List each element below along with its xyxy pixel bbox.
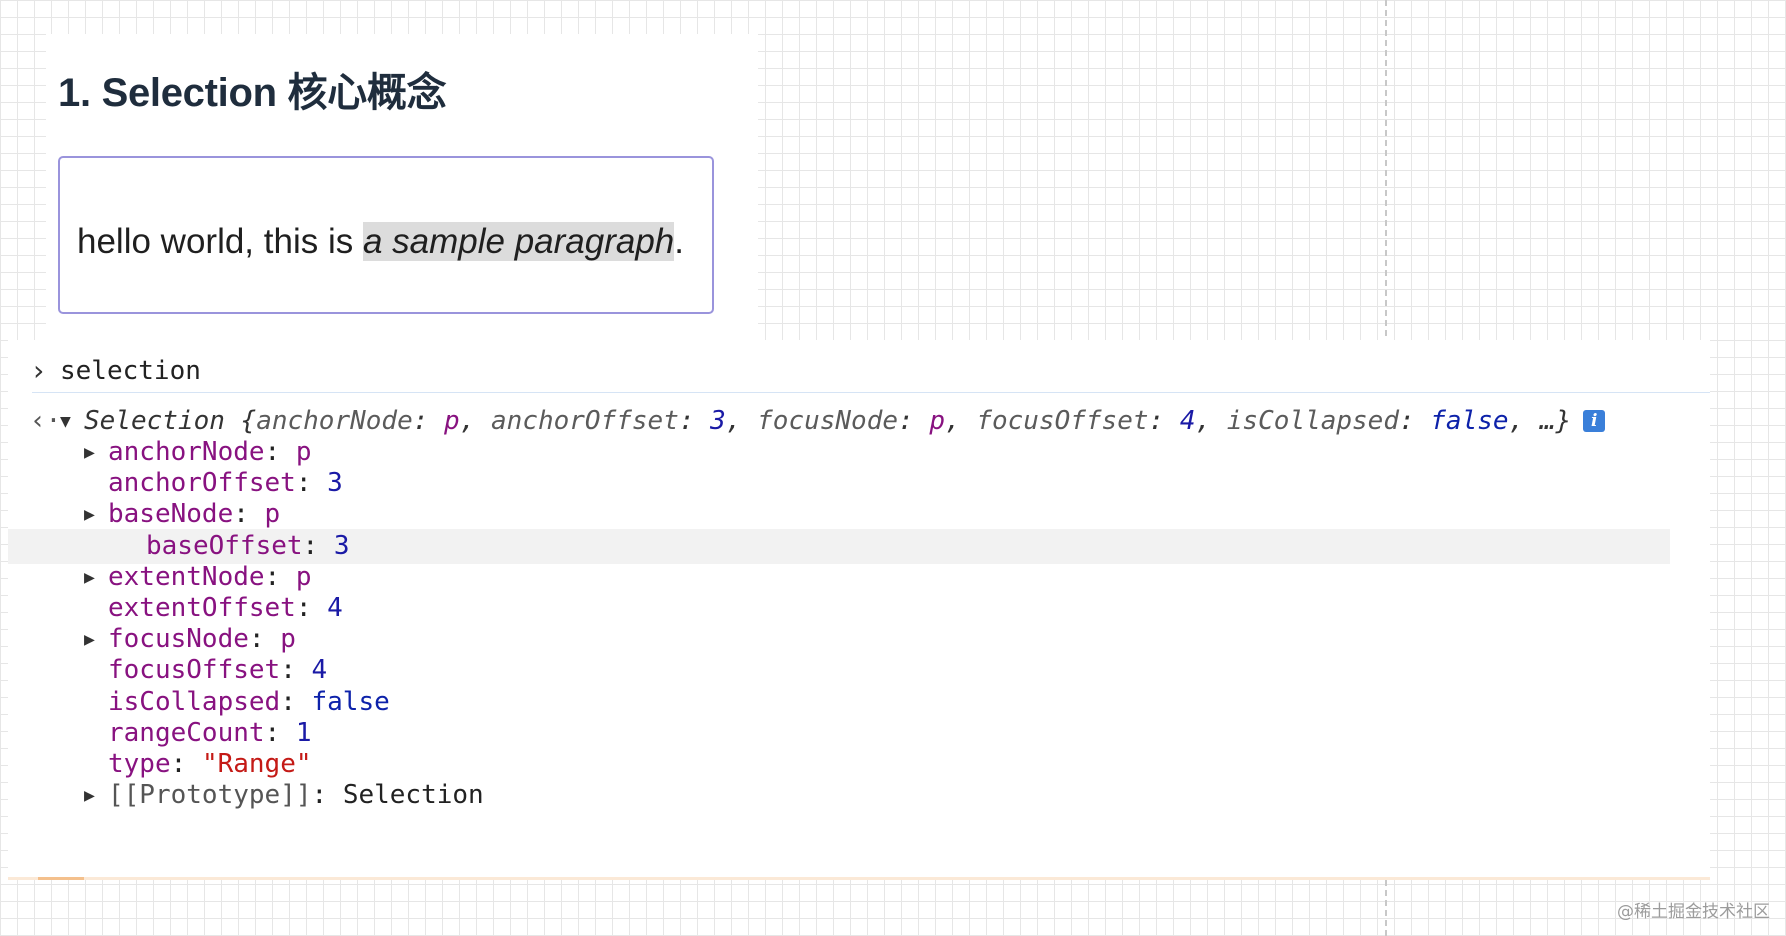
property-value: Selection bbox=[342, 780, 484, 811]
property-row[interactable]: ▶ extentNode: p bbox=[84, 560, 312, 595]
property-value: 4 bbox=[311, 655, 328, 686]
property-row: extentOffset: 4 bbox=[108, 593, 343, 623]
triangle-right-icon[interactable]: ▶ bbox=[84, 560, 108, 595]
property-row[interactable]: ▶ focusNode: p bbox=[84, 622, 296, 657]
property-row[interactable]: ▶ anchorNode: p bbox=[84, 435, 312, 470]
property-row[interactable]: ▶ [[Prototype]]: Selection bbox=[84, 778, 484, 813]
property-row: focusOffset: 4 bbox=[108, 655, 328, 686]
property-row: type: "Range" bbox=[108, 749, 312, 779]
console-input-text: selection bbox=[60, 356, 201, 386]
triangle-right-icon[interactable]: ▶ bbox=[84, 778, 108, 813]
property-key: baseOffset bbox=[146, 530, 303, 561]
selection-summary-row[interactable]: ▼ Selection {anchorNode: p, anchorOffset:… bbox=[60, 404, 1606, 439]
triangle-right-icon[interactable]: ▶ bbox=[84, 622, 108, 657]
paragraph-text-before: hello world, this is bbox=[77, 222, 363, 261]
paragraph-text-after: . bbox=[674, 222, 684, 261]
chevron-right-icon: › bbox=[30, 354, 47, 387]
property-key: baseNode bbox=[108, 499, 234, 530]
content-editable-box[interactable]: hello world, this is a sample paragraph. bbox=[58, 156, 714, 314]
text-selection[interactable]: a sample paragraph bbox=[362, 222, 675, 261]
property-key: [[Prototype]] bbox=[108, 780, 312, 811]
property-value: p bbox=[295, 437, 312, 467]
back-arrow-icon: ‹· bbox=[30, 406, 62, 436]
devtools-console: › selection ‹· ▼ Selection {anchorNode: p… bbox=[8, 340, 1710, 880]
property-key: extentOffset bbox=[108, 593, 296, 623]
property-key: focusNode bbox=[108, 624, 249, 655]
property-value: 3 bbox=[333, 530, 350, 561]
triangle-right-icon[interactable]: ▶ bbox=[84, 497, 108, 532]
property-value: 1 bbox=[295, 717, 312, 748]
property-value: "Range" bbox=[201, 749, 312, 779]
property-key: isCollapsed bbox=[108, 686, 281, 717]
property-row[interactable]: ▶ baseNode: p bbox=[84, 497, 280, 532]
triangle-right-icon[interactable]: ▶ bbox=[84, 435, 108, 470]
console-bottom-bar bbox=[8, 877, 1710, 880]
property-value: 3 bbox=[327, 468, 343, 499]
property-key: anchorNode bbox=[108, 437, 265, 467]
console-input-line[interactable]: › selection bbox=[8, 352, 1710, 394]
property-value: p bbox=[295, 561, 312, 592]
console-bottom-marker bbox=[38, 877, 84, 880]
triangle-down-icon[interactable]: ▼ bbox=[60, 404, 84, 439]
property-value: 4 bbox=[327, 593, 343, 623]
watermark: @稀土掘金技术社区 bbox=[1617, 902, 1770, 922]
property-key: extentNode bbox=[108, 561, 265, 592]
property-value: p bbox=[264, 499, 281, 530]
property-key: focusOffset bbox=[108, 655, 281, 686]
property-key: type bbox=[108, 749, 171, 779]
selected-text: a sample paragraph bbox=[362, 222, 675, 261]
property-row: rangeCount: 1 bbox=[108, 717, 312, 748]
property-row: anchorOffset: 3 bbox=[108, 468, 343, 499]
sample-paragraph[interactable]: hello world, this is a sample paragraph. bbox=[77, 216, 684, 268]
property-row: isCollapsed: false bbox=[108, 686, 390, 717]
document-panel: 1. Selection 核心概念 hello world, this is a… bbox=[46, 34, 758, 340]
property-value: p bbox=[280, 624, 296, 655]
page-title: 1. Selection 核心概念 bbox=[58, 71, 447, 115]
console-divider bbox=[32, 392, 1710, 393]
selection-summary: Selection {anchorNode: p, anchorOffset: … bbox=[84, 406, 1572, 436]
property-row: baseOffset: 3 bbox=[8, 528, 1670, 564]
property-value: false bbox=[311, 686, 390, 717]
info-icon[interactable]: i bbox=[1583, 410, 1606, 432]
property-key: rangeCount bbox=[108, 717, 265, 748]
property-key: anchorOffset bbox=[108, 468, 296, 499]
